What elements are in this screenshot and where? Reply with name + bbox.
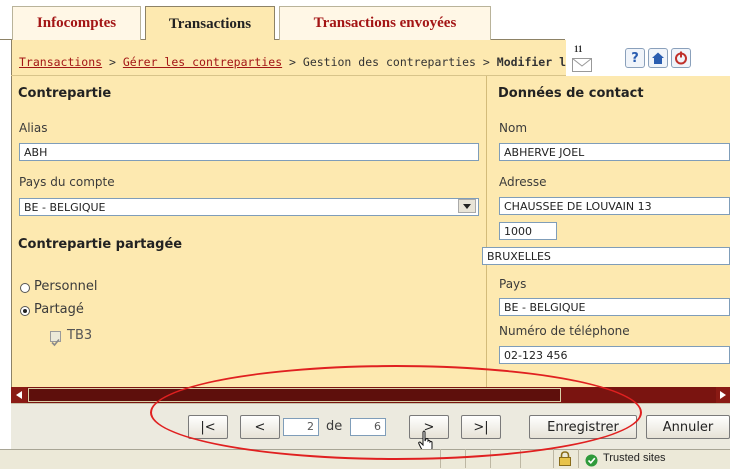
status-segment [553, 449, 554, 468]
radio-partage-label: Partagé [34, 302, 84, 317]
tab-infocomptes[interactable]: Infocomptes [12, 6, 141, 40]
account-country-label: Pays du compte [19, 175, 115, 189]
scroll-thumb[interactable] [28, 388, 561, 402]
contact-country-select[interactable]: BE - BELGIQUE [499, 298, 730, 316]
page-of-label: de [326, 419, 343, 434]
lock-icon [558, 451, 572, 466]
breadcrumb-separator: > [102, 55, 123, 69]
column-divider [486, 76, 487, 387]
postcode-input[interactable]: 1000 [499, 222, 557, 240]
help-icon[interactable]: ? [625, 48, 645, 68]
street-input[interactable]: CHAUSSEE DE LOUVAIN 13 [499, 197, 730, 215]
previous-page-button[interactable]: < [240, 415, 280, 439]
breadcrumb-divider [11, 75, 566, 76]
account-country-select[interactable]: BE - BELGIQUE [19, 198, 479, 216]
alias-input[interactable]: ABH [19, 143, 479, 161]
breadcrumb-current: Modifier la [496, 55, 567, 69]
breadcrumb-link-gerer[interactable]: Gérer les contreparties [123, 55, 282, 69]
name-label: Nom [499, 121, 528, 135]
status-segment [520, 449, 521, 468]
checkbox-tb3-label: TB3 [67, 328, 93, 343]
contact-country-label: Pays [499, 277, 527, 291]
status-segment [578, 449, 579, 468]
section-title-contrepartie: Contrepartie [18, 86, 112, 101]
current-page-input[interactable]: 2 [283, 418, 319, 436]
account-country-value: BE - BELGIQUE [24, 201, 106, 214]
breadcrumb: Transactions > Gérer les contreparties >… [19, 55, 567, 71]
first-page-button[interactable]: |< [188, 415, 228, 439]
radio-personnel[interactable] [20, 283, 30, 293]
home-icon[interactable] [648, 48, 668, 68]
message-count: 11 [574, 44, 583, 54]
trusted-check-icon [585, 452, 598, 467]
radio-partage[interactable] [20, 306, 30, 316]
city-input[interactable]: BRUXELLES [482, 247, 730, 265]
scroll-left-arrow[interactable] [11, 387, 27, 403]
breadcrumb-middle: > Gestion des contreparties > [282, 55, 497, 69]
name-input[interactable]: ABHERVE JOEL [499, 143, 730, 161]
status-segment [490, 449, 491, 468]
logout-icon[interactable] [671, 48, 691, 68]
status-segment [440, 449, 441, 468]
section-title-contact: Données de contact [498, 86, 644, 101]
scroll-right-arrow[interactable] [716, 387, 730, 403]
security-zone-label: Trusted sites [603, 452, 666, 464]
checkbox-tb3[interactable] [50, 331, 61, 347]
shared-section-title: Contrepartie partagée [18, 237, 183, 252]
radio-personnel-label: Personnel [34, 279, 98, 294]
address-label: Adresse [499, 175, 547, 189]
chevron-down-icon[interactable] [458, 199, 476, 213]
tab-transactions[interactable]: Transactions [145, 6, 275, 41]
cancel-button[interactable]: Annuler [646, 415, 730, 439]
phone-input[interactable]: 02-123 456 [499, 346, 730, 364]
last-page-button[interactable]: >| [461, 415, 501, 439]
phone-label: Numéro de téléphone [499, 324, 630, 338]
envelope-icon[interactable] [572, 57, 592, 72]
save-button[interactable]: Enregistrer [529, 415, 637, 439]
total-pages-field: 6 [350, 418, 386, 436]
tab-transactions-envoyees[interactable]: Transactions envoyées [279, 6, 491, 40]
status-segment [465, 449, 466, 468]
breadcrumb-link-transactions[interactable]: Transactions [19, 55, 102, 69]
alias-label: Alias [19, 121, 48, 135]
